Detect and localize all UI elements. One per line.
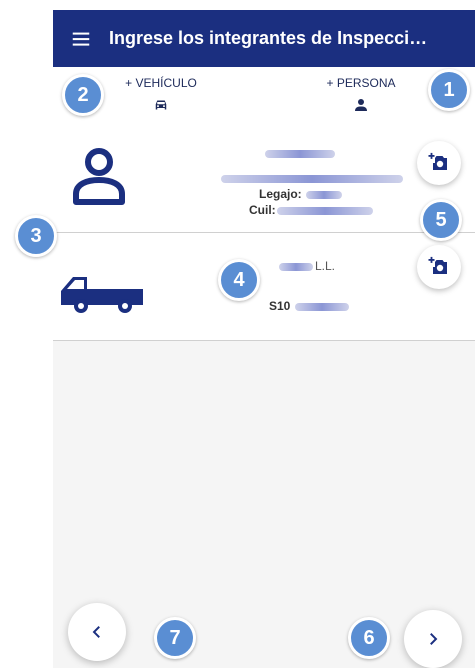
add-vehicle-label: + VEHÍCULO bbox=[125, 76, 197, 90]
members-list: Legajo: Cuil: L.L. S10 bbox=[53, 123, 475, 341]
redacted-cuil bbox=[277, 207, 373, 215]
app-screen: Ingrese los integrantes de Inspecci… + V… bbox=[53, 10, 475, 668]
page-title: Ingrese los integrantes de Inspecci… bbox=[109, 28, 428, 48]
add-photo-icon bbox=[428, 152, 447, 170]
person-outline-icon bbox=[73, 148, 125, 205]
annotation-badge-4: 4 bbox=[218, 259, 260, 301]
vehicle-card[interactable]: L.L. S10 bbox=[53, 233, 475, 341]
person-icon bbox=[355, 99, 367, 111]
annotation-badge-6: 6 bbox=[348, 617, 390, 659]
legajo-label: Legajo: bbox=[259, 187, 302, 201]
annotation-badge-7: 7 bbox=[154, 617, 196, 659]
hamburger-menu-icon[interactable] bbox=[53, 10, 109, 67]
redacted-name bbox=[265, 150, 335, 158]
plate-prefix: S10 bbox=[269, 299, 291, 313]
add-photo-icon bbox=[428, 256, 447, 274]
person-card[interactable]: Legajo: Cuil: bbox=[53, 123, 475, 233]
add-person-button[interactable]: + PERSONA bbox=[311, 67, 411, 123]
pickup-truck-icon bbox=[61, 277, 143, 313]
company-suffix: L.L. bbox=[315, 259, 336, 273]
next-button[interactable] bbox=[404, 610, 462, 668]
prev-button[interactable] bbox=[68, 603, 126, 661]
cuil-label: Cuil: bbox=[249, 203, 276, 217]
chevron-left-icon bbox=[92, 626, 100, 638]
add-tabs: + VEHÍCULO + PERSONA bbox=[53, 67, 475, 123]
annotation-badge-1: 1 bbox=[428, 69, 470, 111]
annotation-badge-5: 5 bbox=[420, 199, 462, 241]
annotation-badge-3: 3 bbox=[15, 215, 57, 257]
redacted-detail bbox=[221, 175, 403, 183]
car-icon bbox=[155, 100, 167, 110]
add-person-label: + PERSONA bbox=[326, 76, 396, 90]
redacted-legajo bbox=[306, 191, 342, 199]
chevron-right-icon bbox=[430, 633, 438, 645]
app-bar: Ingrese los integrantes de Inspecci… bbox=[53, 10, 475, 67]
add-photo-button[interactable] bbox=[417, 245, 461, 289]
add-vehicle-button[interactable]: + VEHÍCULO bbox=[111, 67, 211, 123]
add-photo-button[interactable] bbox=[417, 141, 461, 185]
redacted-company bbox=[279, 263, 313, 271]
redacted-plate bbox=[295, 303, 349, 311]
annotation-badge-2: 2 bbox=[62, 74, 104, 116]
